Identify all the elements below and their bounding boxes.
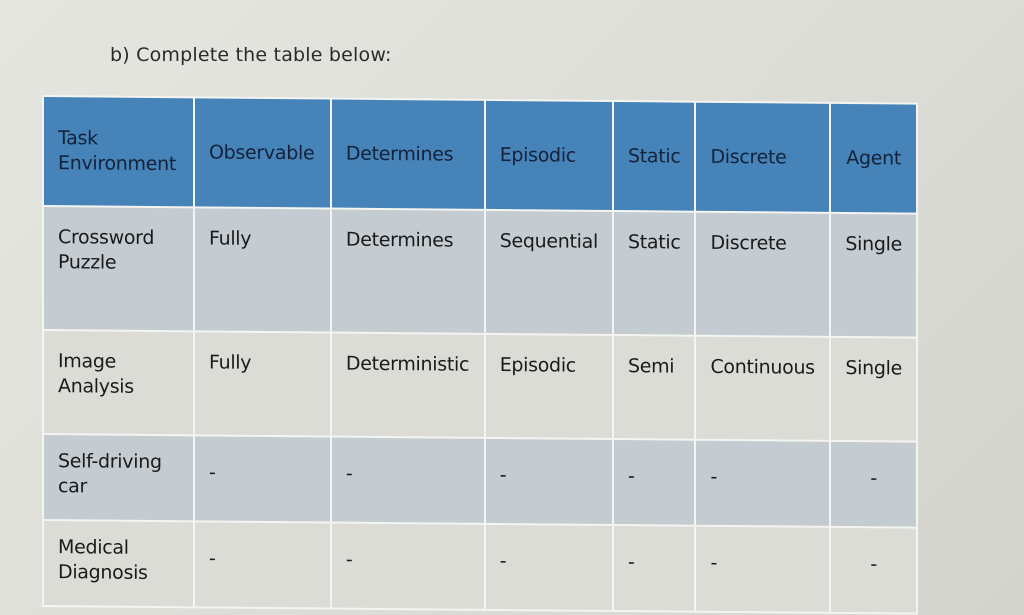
agent-cell: -: [831, 441, 916, 527]
empty-dash: -: [345, 462, 353, 485]
discrete-cell: -: [696, 526, 830, 612]
static-cell: -: [613, 525, 695, 611]
header-episodic: Episodic: [485, 100, 612, 210]
task-cell: Crossword Puzzle: [44, 207, 193, 331]
empty-dash: -: [870, 467, 877, 490]
empty-dash: -: [870, 553, 877, 576]
agent-cell: Single: [831, 337, 916, 441]
task-cell: Self-driving car: [44, 435, 193, 521]
header-row: Task Environment Observable Determines E…: [44, 97, 916, 213]
empty-dash: -: [710, 551, 718, 574]
table-row: Image Analysis Fully Deterministic Episo…: [44, 331, 916, 441]
observable-cell: Fully: [195, 208, 330, 332]
empty-dash: -: [627, 551, 635, 574]
header-static: Static: [613, 101, 695, 211]
table-row: Crossword Puzzle Fully Determines Sequen…: [44, 207, 916, 337]
episodic-cell: -: [485, 438, 612, 524]
determines-cell: -: [331, 523, 484, 609]
episodic-cell: -: [485, 524, 612, 610]
static-cell: -: [613, 439, 695, 525]
determines-cell: -: [331, 437, 484, 523]
empty-dash: -: [710, 465, 718, 488]
discrete-cell: -: [696, 440, 830, 526]
episodic-cell: Episodic: [485, 334, 612, 438]
table-row: Medical Diagnosis - - - - - -: [44, 521, 916, 613]
header-agent: Agent: [831, 103, 916, 213]
observable-cell: -: [195, 436, 330, 522]
empty-dash: -: [345, 548, 353, 571]
discrete-cell: Continuous: [696, 336, 830, 440]
empty-dash: -: [627, 465, 635, 488]
header-task-environment: Task Environment: [44, 97, 193, 207]
agent-cell: -: [831, 527, 916, 613]
episodic-cell: Sequential: [485, 210, 612, 334]
header-determines: Determines: [331, 99, 484, 209]
empty-dash: -: [209, 547, 216, 570]
determines-cell: Determines: [331, 209, 484, 333]
instruction-text: b) Complete the table below:: [110, 44, 392, 66]
observable-cell: Fully: [195, 332, 330, 436]
empty-dash: -: [499, 549, 507, 573]
static-cell: Semi: [613, 335, 695, 439]
observable-cell: -: [195, 522, 330, 608]
empty-dash: -: [499, 463, 507, 487]
static-cell: Static: [613, 211, 695, 335]
determines-cell: Deterministic: [331, 333, 484, 437]
header-discrete: Discrete: [696, 102, 830, 212]
task-cell: Medical Diagnosis: [44, 521, 193, 607]
header-observable: Observable: [195, 98, 330, 208]
task-cell: Image Analysis: [44, 331, 193, 435]
empty-dash: -: [209, 461, 216, 484]
agent-cell: Single: [831, 213, 916, 337]
discrete-cell: Discrete: [696, 212, 830, 336]
table-row: Self-driving car - - - - - -: [44, 435, 916, 527]
task-environment-table: Task Environment Observable Determines E…: [42, 95, 918, 615]
